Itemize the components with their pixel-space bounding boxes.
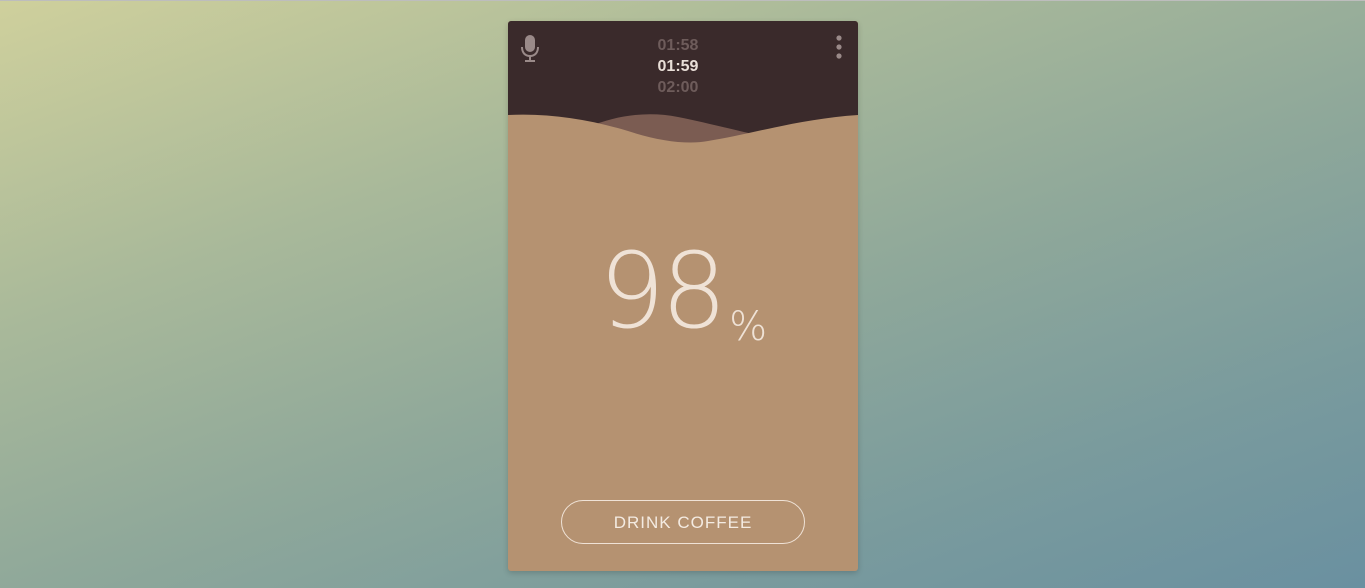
time-next[interactable]: 02:00 bbox=[628, 77, 728, 98]
microphone-icon[interactable] bbox=[520, 34, 540, 64]
time-current[interactable]: 01:59 bbox=[628, 56, 728, 77]
time-picker[interactable]: 01:58 01:59 02:00 bbox=[628, 35, 728, 98]
coffee-widget-card: 01:58 01:59 02:00 98% DRINK COFFEE bbox=[508, 21, 858, 571]
drink-coffee-button[interactable]: DRINK COFFEE bbox=[561, 500, 805, 544]
coffee-wave bbox=[508, 114, 858, 181]
top-border bbox=[0, 0, 1365, 1]
more-vertical-icon[interactable] bbox=[830, 34, 846, 64]
time-previous[interactable]: 01:58 bbox=[628, 35, 728, 56]
coffee-level: 98% bbox=[508, 231, 858, 351]
coffee-level-unit: % bbox=[729, 304, 768, 350]
coffee-level-value: 98 bbox=[598, 230, 727, 352]
